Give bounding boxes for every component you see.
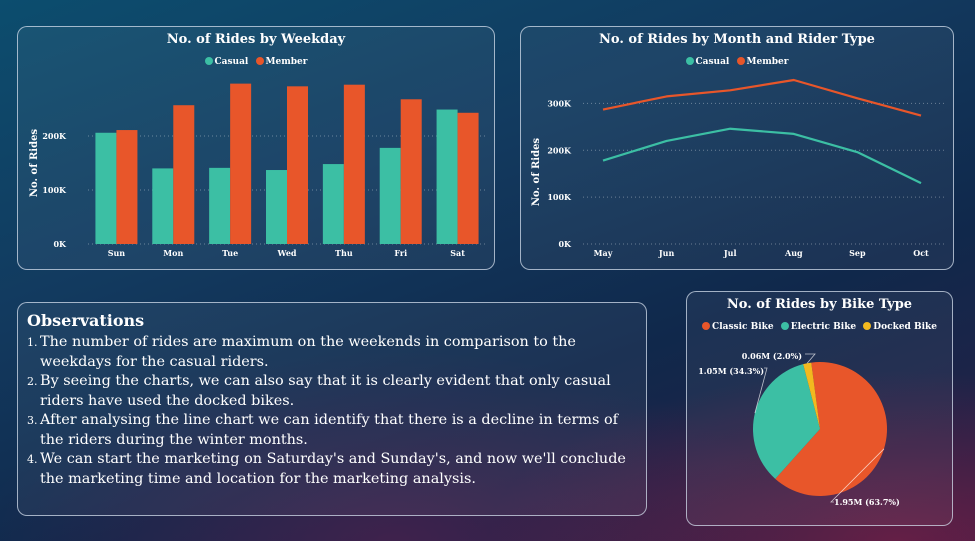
bar-member-wed (287, 86, 308, 244)
line-casual (602, 127, 922, 185)
y-axis-label: No. of Rides (531, 138, 542, 207)
y-tick-label: 0K (53, 239, 67, 249)
bike-chart-panel: No. of Rides by Bike Type Classic Bike E… (686, 291, 953, 526)
y-axis-label: No. of Rides (29, 129, 40, 198)
x-tick-label: Aug (784, 248, 803, 258)
x-tick-label: Wed (276, 248, 296, 258)
observation-item: 4. We can start the marketing on Saturday… (27, 450, 630, 489)
bike-pie-chart: 1.95M (63.7%) 1.05M (34.3%) 0.06M (2.0%) (698, 351, 900, 507)
x-tick-label: Fri (394, 248, 407, 258)
x-tick-label: Tue (222, 248, 238, 258)
bar-casual-sun (95, 132, 117, 244)
bar-member-sat (457, 112, 479, 244)
observations-title: Observations (27, 311, 145, 330)
observations-list: 1. The number of rides are maximum on the… (27, 333, 630, 489)
weekday-bar-chart: 0K 100K 200KNo. of Rides Sun Mon Tue Wed Thu Fri… (29, 83, 486, 258)
x-tick-label: May (594, 248, 613, 258)
x-tick-label: Thu (335, 248, 353, 258)
y-tick-label: 300K (547, 98, 572, 108)
observation-text: The number of rides are maximum on the w… (40, 334, 576, 370)
observations-panel: Observations 1. The number of rides are m… (17, 302, 647, 516)
observation-text: By seeing the charts, we can also say th… (40, 373, 611, 409)
pie-data-label: 1.05M (34.3%) (698, 366, 764, 376)
observation-item: 2. By seeing the charts, we can also say … (27, 372, 630, 411)
bar-casual-mon (152, 168, 174, 244)
y-tick-label: 200K (547, 145, 572, 155)
y-tick-label: 100K (42, 185, 67, 195)
y-tick-label: 0K (558, 239, 572, 249)
x-tick-label: Mon (163, 248, 183, 258)
observation-number: 2. (27, 375, 38, 388)
bar-casual-wed (266, 170, 287, 244)
x-tick-label: Jul (723, 248, 737, 258)
month-chart-panel: No. of Rides by Month and Rider Type Cas… (520, 26, 954, 270)
x-tick-label: Sat (450, 248, 465, 258)
x-tick-label: Oct (913, 248, 929, 258)
bar-member-mon (173, 105, 195, 244)
month-line-chart: 0K 100K 200K 300K No. of Rides May Jun Jul Aug Se… (531, 78, 946, 258)
y-tick-label: 100K (547, 192, 572, 202)
pie-data-label: 0.06M (2.0%) (742, 351, 802, 361)
bar-casual-sat (436, 109, 458, 244)
observation-item: 3. After analysing the line chart we can … (27, 411, 630, 450)
line-member (602, 78, 922, 117)
bar-casual-thu (322, 164, 344, 244)
observation-number: 3. (27, 414, 38, 427)
y-tick-label: 200K (42, 131, 67, 141)
observation-text: We can start the marketing on Saturday's… (40, 451, 626, 487)
observation-number: 1. (27, 336, 38, 349)
bar-member-fri (400, 99, 422, 244)
pie-data-label: 1.95M (63.7%) (834, 497, 900, 507)
bar-member-thu (343, 84, 365, 244)
weekday-chart-panel: No. of Rides by Weekday Casual Member 0K… (17, 26, 495, 270)
bar-casual-tue (209, 167, 231, 244)
x-tick-label: Jun (658, 248, 675, 258)
observation-number: 4. (27, 453, 38, 466)
observation-text: After analysing the line chart we can id… (40, 412, 618, 448)
bar-member-sun (116, 130, 138, 244)
observation-item: 1. The number of rides are maximum on the… (27, 333, 630, 372)
leader-line (805, 353, 816, 364)
x-tick-label: Sep (849, 248, 866, 258)
x-tick-label: Sun (108, 248, 126, 258)
bar-member-tue (230, 83, 252, 244)
bar-casual-fri (379, 147, 401, 244)
